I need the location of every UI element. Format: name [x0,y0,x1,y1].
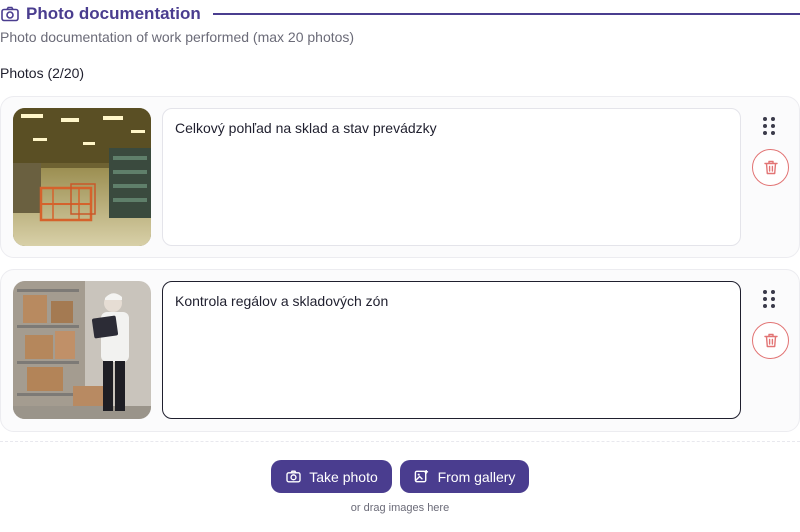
delete-photo-button[interactable] [752,322,789,359]
delete-photo-button[interactable] [752,149,789,186]
section-subtitle: Photo documentation of work performed (m… [0,29,355,45]
header-divider [212,13,800,15]
take-photo-button[interactable]: Take photo [271,460,392,493]
photo-description-input[interactable]: Celkový pohľad na sklad a stav prevádzky [162,108,741,246]
gallery-icon [414,469,430,485]
trash-icon [763,333,778,348]
section-title: Photo documentation [26,4,201,23]
photo-thumbnail-worker[interactable] [13,281,151,419]
camera-icon [0,4,20,24]
camera-icon [285,469,301,485]
drag-hint-text: or drag images here [350,502,450,514]
from-gallery-label: From gallery [437,468,516,485]
drag-handle-icon[interactable] [763,117,777,135]
from-gallery-button[interactable]: From gallery [400,460,529,493]
photo-description-input[interactable]: Kontrola regálov a skladových zón [162,281,741,419]
trash-icon [763,160,778,175]
section-header: Photo documentation [0,2,800,26]
take-photo-label: Take photo [309,468,378,485]
photo-thumbnail-warehouse[interactable] [13,108,151,246]
photo-item: Kontrola regálov a skladových zón [0,269,800,432]
photo-item: Celkový pohľad na sklad a stav prevádzky [0,96,800,258]
drag-handle-icon[interactable] [763,290,777,308]
photos-count-label: Photos (2/20) [0,65,85,81]
